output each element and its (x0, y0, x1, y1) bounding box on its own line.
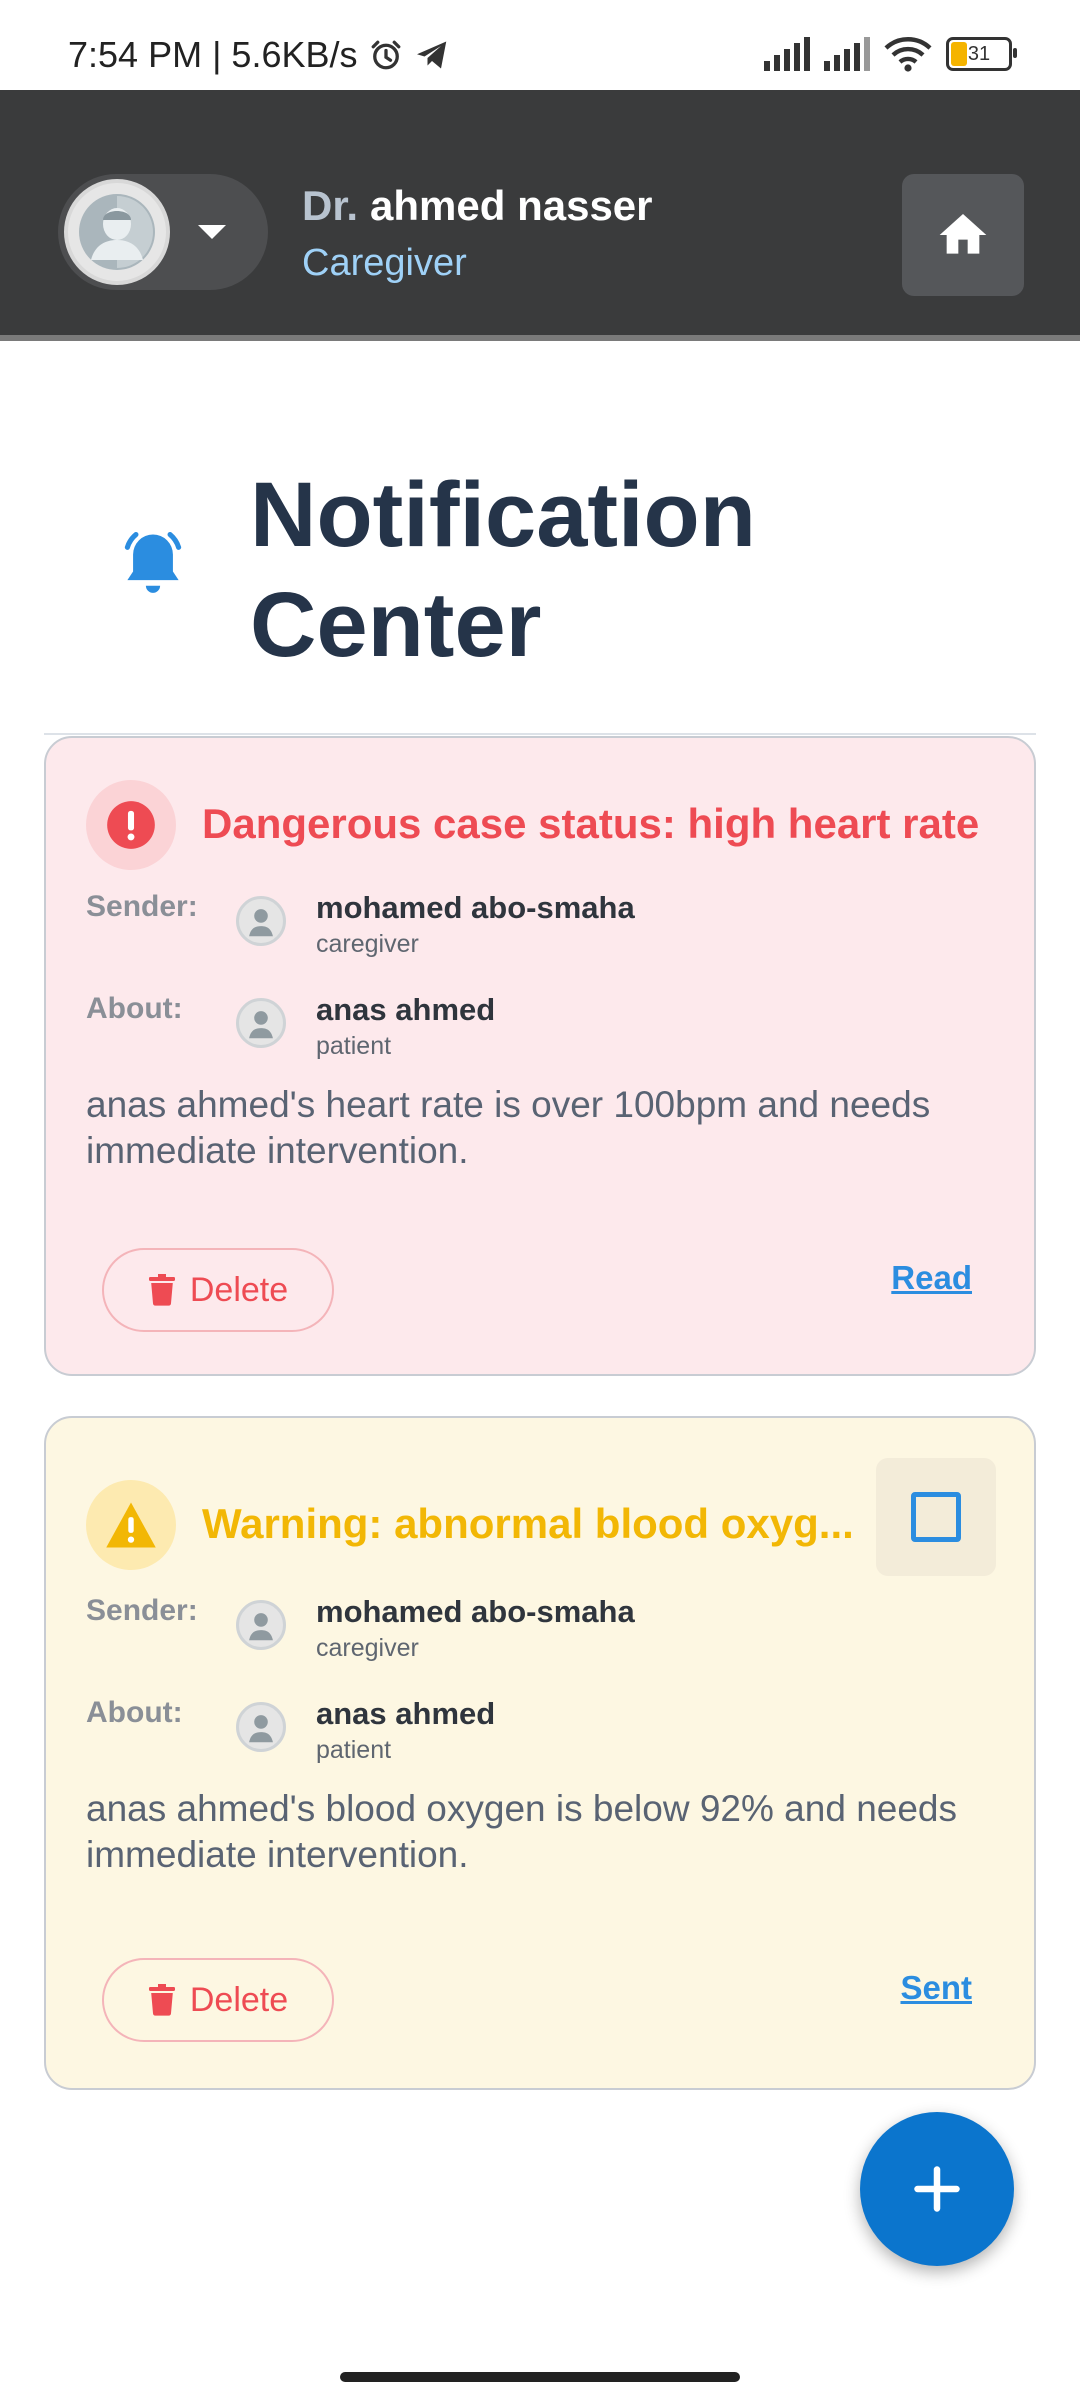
warning-triangle-icon (106, 1502, 156, 1548)
about-role: patient (316, 1736, 392, 1764)
danger-icon-wrap (86, 780, 176, 870)
home-button[interactable] (902, 174, 1024, 296)
delete-button[interactable]: Delete (102, 1248, 334, 1332)
about-label: About: (86, 1696, 183, 1729)
status-right: 31 (764, 36, 1017, 72)
notification-title: Warning: abnormal blood oxyg... (202, 1500, 854, 1547)
user-role: Caregiver (302, 242, 467, 284)
about-avatar (236, 998, 286, 1048)
checkbox-square-icon (911, 1492, 961, 1542)
select-checkbox[interactable] (876, 1458, 996, 1576)
notification-card-warning[interactable]: Warning: abnormal blood oxyg... Sender: … (44, 1416, 1036, 2090)
divider (44, 733, 1036, 735)
user-avatar-icon (249, 1715, 273, 1743)
user-prefix: Dr. (302, 182, 359, 229)
signal-icon (764, 37, 810, 71)
alarm-icon (371, 40, 400, 70)
about-label: About: (86, 992, 183, 1025)
sender-label: Sender: (86, 890, 198, 923)
about-name: anas ahmed (316, 1696, 496, 1731)
battery-indicator: 31 (946, 37, 1017, 71)
app-header: Dr. ahmed nasser Caregiver (0, 90, 1080, 341)
page-title: Notification Center (250, 464, 756, 676)
status-time-speed: 7:54 PM | 5.6KB/s (68, 34, 358, 75)
caret-down-icon (198, 225, 226, 239)
sender-role: caregiver (316, 930, 419, 958)
user-name-text: ahmed nasser (370, 182, 653, 229)
sender-label: Sender: (86, 1594, 198, 1627)
user-avatar-icon (249, 1613, 273, 1641)
signal-icon-2 (824, 37, 870, 71)
user-avatar-icon (249, 1011, 273, 1039)
status-left: 7:54 PM | 5.6KB/s (68, 34, 450, 76)
notification-title: Dangerous case status: high heart rate (202, 800, 980, 847)
sender-name: mohamed abo-smaha (316, 1594, 635, 1629)
plus-icon (914, 2166, 960, 2212)
wifi-icon (884, 37, 932, 72)
exclamation-icon (107, 801, 155, 849)
avatar (64, 179, 170, 285)
warning-icon-wrap (86, 1480, 176, 1570)
notification-message: anas ahmed's heart rate is over 100bpm a… (86, 1084, 931, 1171)
add-notification-button[interactable] (860, 2112, 1014, 2266)
profile-menu-button[interactable] (58, 174, 268, 290)
about-avatar (236, 1702, 286, 1752)
notification-card-danger[interactable]: Dangerous case status: high heart rate S… (44, 736, 1036, 1376)
trash-icon (148, 1274, 175, 1306)
bell-icon (124, 531, 182, 593)
home-indicator[interactable] (340, 2372, 740, 2382)
sent-status-link[interactable]: Sent (900, 1969, 972, 2007)
sender-role: caregiver (316, 1634, 419, 1662)
trash-icon (148, 1984, 175, 2016)
page-title-section: Notification Center (0, 450, 1080, 690)
sender-avatar (236, 896, 286, 946)
about-role: patient (316, 1032, 392, 1060)
user-avatar-icon (249, 909, 273, 937)
delete-button[interactable]: Delete (102, 1958, 334, 2042)
user-name: Dr. ahmed nasser (302, 182, 653, 230)
status-bar: 7:54 PM | 5.6KB/s 31 (0, 0, 1080, 90)
battery-level: 31 (967, 42, 991, 65)
delete-label: Delete (189, 1980, 289, 2019)
doctor-avatar-icon (79, 194, 155, 270)
notification-message: anas ahmed's blood oxygen is below 92% a… (86, 1788, 957, 1875)
telegram-icon (416, 41, 446, 69)
delete-label: Delete (189, 1270, 289, 1309)
home-icon (939, 214, 987, 254)
sender-avatar (236, 1600, 286, 1650)
read-status-link[interactable]: Read (891, 1259, 972, 1297)
about-name: anas ahmed (316, 992, 496, 1027)
sender-name: mohamed abo-smaha (316, 890, 635, 925)
